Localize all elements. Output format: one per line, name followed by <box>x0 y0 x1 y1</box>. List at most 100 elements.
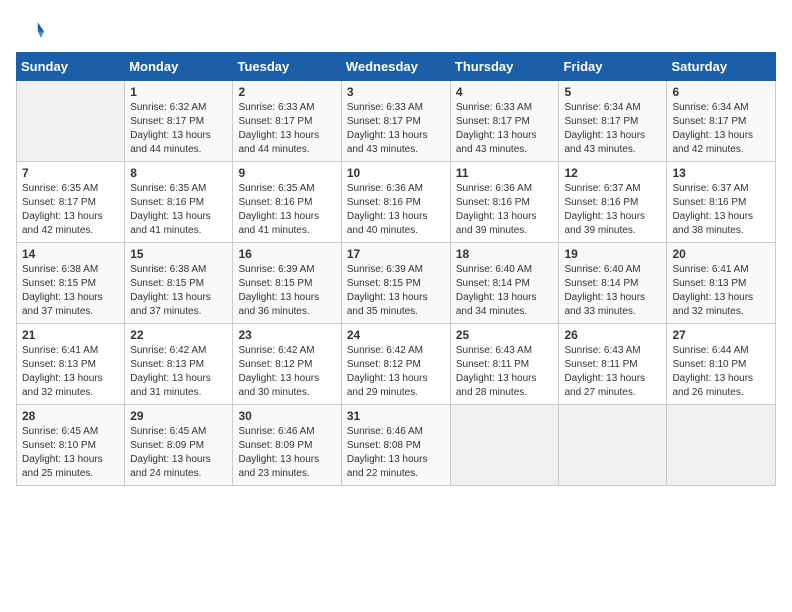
day-info: Sunrise: 6:39 AMSunset: 8:15 PMDaylight:… <box>238 263 335 319</box>
column-header-thursday: Thursday <box>450 53 559 81</box>
calendar-header-row: SundayMondayTuesdayWednesdayThursdayFrid… <box>17 53 776 81</box>
day-info: Sunrise: 6:42 AMSunset: 8:13 PMDaylight:… <box>130 344 227 400</box>
column-header-monday: Monday <box>125 53 233 81</box>
day-cell: 7Sunrise: 6:35 AMSunset: 8:17 PMDaylight… <box>17 162 125 243</box>
day-info: Sunrise: 6:46 AMSunset: 8:08 PMDaylight:… <box>347 425 445 481</box>
day-info: Sunrise: 6:45 AMSunset: 8:10 PMDaylight:… <box>22 425 119 481</box>
day-cell: 25 Sunrise: 6:43 AMSunset: 8:11 PMDayligh… <box>450 324 559 405</box>
week-row-2: 7Sunrise: 6:35 AMSunset: 8:17 PMDaylight… <box>17 162 776 243</box>
day-number: 21 <box>22 328 119 342</box>
day-info: Sunrise: 6:36 AMSunset: 8:16 PMDaylight:… <box>456 182 554 238</box>
day-cell: 23 Sunrise: 6:42 AMSunset: 8:12 PMDayligh… <box>233 324 341 405</box>
day-cell: 27 Sunrise: 6:44 AMSunset: 8:10 PMDayligh… <box>667 324 776 405</box>
day-cell <box>450 405 559 486</box>
day-cell: 6Sunrise: 6:34 AMSunset: 8:17 PMDaylight… <box>667 81 776 162</box>
day-number: 14 <box>22 247 119 261</box>
day-info: Sunrise: 6:33 AMSunset: 8:17 PMDaylight:… <box>347 101 445 157</box>
logo <box>16 16 48 44</box>
day-cell: 5 Sunrise: 6:34 AMSunset: 8:17 PMDaylight… <box>559 81 667 162</box>
day-info: Sunrise: 6:46 AMSunset: 8:09 PMDaylight:… <box>238 425 335 481</box>
calendar-table: SundayMondayTuesdayWednesdayThursdayFrid… <box>16 52 776 486</box>
day-cell: 22 Sunrise: 6:42 AMSunset: 8:13 PMDayligh… <box>125 324 233 405</box>
day-info: Sunrise: 6:37 AMSunset: 8:16 PMDaylight:… <box>672 182 770 238</box>
day-cell: 31 Sunrise: 6:46 AMSunset: 8:08 PMDayligh… <box>341 405 450 486</box>
day-cell: 9 Sunrise: 6:35 AMSunset: 8:16 PMDaylight… <box>233 162 341 243</box>
day-cell: 21 Sunrise: 6:41 AMSunset: 8:13 PMDayligh… <box>17 324 125 405</box>
week-row-4: 21 Sunrise: 6:41 AMSunset: 8:13 PMDayligh… <box>17 324 776 405</box>
day-info: Sunrise: 6:35 AMSunset: 8:16 PMDaylight:… <box>238 182 335 238</box>
day-cell: 26Sunrise: 6:43 AMSunset: 8:11 PMDayligh… <box>559 324 667 405</box>
day-number: 8 <box>130 166 227 180</box>
day-number: 2 <box>238 85 335 99</box>
day-number: 13 <box>672 166 770 180</box>
week-row-5: 28Sunrise: 6:45 AMSunset: 8:10 PMDayligh… <box>17 405 776 486</box>
day-number: 24 <box>347 328 445 342</box>
day-cell: 16 Sunrise: 6:39 AMSunset: 8:15 PMDayligh… <box>233 243 341 324</box>
day-cell: 1 Sunrise: 6:32 AMSunset: 8:17 PMDaylight… <box>125 81 233 162</box>
day-cell: 14Sunrise: 6:38 AMSunset: 8:15 PMDayligh… <box>17 243 125 324</box>
day-cell: 3 Sunrise: 6:33 AMSunset: 8:17 PMDaylight… <box>341 81 450 162</box>
day-cell: 10 Sunrise: 6:36 AMSunset: 8:16 PMDayligh… <box>341 162 450 243</box>
column-header-friday: Friday <box>559 53 667 81</box>
page-header <box>16 16 776 44</box>
day-number: 19 <box>564 247 661 261</box>
day-number: 30 <box>238 409 335 423</box>
column-header-wednesday: Wednesday <box>341 53 450 81</box>
day-cell: 24 Sunrise: 6:42 AMSunset: 8:12 PMDayligh… <box>341 324 450 405</box>
day-info: Sunrise: 6:36 AMSunset: 8:16 PMDaylight:… <box>347 182 445 238</box>
day-cell: 29 Sunrise: 6:45 AMSunset: 8:09 PMDayligh… <box>125 405 233 486</box>
day-cell <box>667 405 776 486</box>
day-cell: 30 Sunrise: 6:46 AMSunset: 8:09 PMDayligh… <box>233 405 341 486</box>
day-info: Sunrise: 6:42 AMSunset: 8:12 PMDaylight:… <box>238 344 335 400</box>
day-cell: 4Sunrise: 6:33 AMSunset: 8:17 PMDaylight… <box>450 81 559 162</box>
day-info: Sunrise: 6:42 AMSunset: 8:12 PMDaylight:… <box>347 344 445 400</box>
day-cell: 17Sunrise: 6:39 AMSunset: 8:15 PMDayligh… <box>341 243 450 324</box>
day-number: 22 <box>130 328 227 342</box>
day-number: 18 <box>456 247 554 261</box>
day-cell <box>17 81 125 162</box>
day-number: 11 <box>456 166 554 180</box>
day-number: 20 <box>672 247 770 261</box>
day-info: Sunrise: 6:32 AMSunset: 8:17 PMDaylight:… <box>130 101 227 157</box>
day-cell: 8 Sunrise: 6:35 AMSunset: 8:16 PMDaylight… <box>125 162 233 243</box>
day-info: Sunrise: 6:41 AMSunset: 8:13 PMDaylight:… <box>22 344 119 400</box>
week-row-1: 1 Sunrise: 6:32 AMSunset: 8:17 PMDaylight… <box>17 81 776 162</box>
column-header-tuesday: Tuesday <box>233 53 341 81</box>
day-number: 29 <box>130 409 227 423</box>
day-info: Sunrise: 6:41 AMSunset: 8:13 PMDaylight:… <box>672 263 770 319</box>
day-info: Sunrise: 6:35 AMSunset: 8:16 PMDaylight:… <box>130 182 227 238</box>
day-info: Sunrise: 6:34 AMSunset: 8:17 PMDaylight:… <box>672 101 770 157</box>
day-number: 27 <box>672 328 770 342</box>
day-number: 9 <box>238 166 335 180</box>
day-number: 10 <box>347 166 445 180</box>
column-header-sunday: Sunday <box>17 53 125 81</box>
day-info: Sunrise: 6:44 AMSunset: 8:10 PMDaylight:… <box>672 344 770 400</box>
day-info: Sunrise: 6:40 AMSunset: 8:14 PMDaylight:… <box>564 263 661 319</box>
day-info: Sunrise: 6:43 AMSunset: 8:11 PMDaylight:… <box>456 344 554 400</box>
column-header-saturday: Saturday <box>667 53 776 81</box>
day-number: 1 <box>130 85 227 99</box>
day-number: 23 <box>238 328 335 342</box>
day-cell: 18 Sunrise: 6:40 AMSunset: 8:14 PMDayligh… <box>450 243 559 324</box>
week-row-3: 14Sunrise: 6:38 AMSunset: 8:15 PMDayligh… <box>17 243 776 324</box>
day-info: Sunrise: 6:40 AMSunset: 8:14 PMDaylight:… <box>456 263 554 319</box>
day-info: Sunrise: 6:33 AMSunset: 8:17 PMDaylight:… <box>238 101 335 157</box>
day-number: 31 <box>347 409 445 423</box>
day-info: Sunrise: 6:45 AMSunset: 8:09 PMDaylight:… <box>130 425 227 481</box>
day-number: 26 <box>564 328 661 342</box>
day-cell: 12Sunrise: 6:37 AMSunset: 8:16 PMDayligh… <box>559 162 667 243</box>
day-number: 17 <box>347 247 445 261</box>
day-number: 15 <box>130 247 227 261</box>
day-cell: 11 Sunrise: 6:36 AMSunset: 8:16 PMDayligh… <box>450 162 559 243</box>
day-number: 5 <box>564 85 661 99</box>
day-cell: 13 Sunrise: 6:37 AMSunset: 8:16 PMDayligh… <box>667 162 776 243</box>
day-number: 25 <box>456 328 554 342</box>
logo-icon <box>16 16 44 44</box>
day-info: Sunrise: 6:37 AMSunset: 8:16 PMDaylight:… <box>564 182 661 238</box>
day-number: 16 <box>238 247 335 261</box>
day-cell: 20 Sunrise: 6:41 AMSunset: 8:13 PMDayligh… <box>667 243 776 324</box>
day-cell: 2 Sunrise: 6:33 AMSunset: 8:17 PMDaylight… <box>233 81 341 162</box>
day-info: Sunrise: 6:34 AMSunset: 8:17 PMDaylight:… <box>564 101 661 157</box>
day-number: 4 <box>456 85 554 99</box>
day-number: 3 <box>347 85 445 99</box>
